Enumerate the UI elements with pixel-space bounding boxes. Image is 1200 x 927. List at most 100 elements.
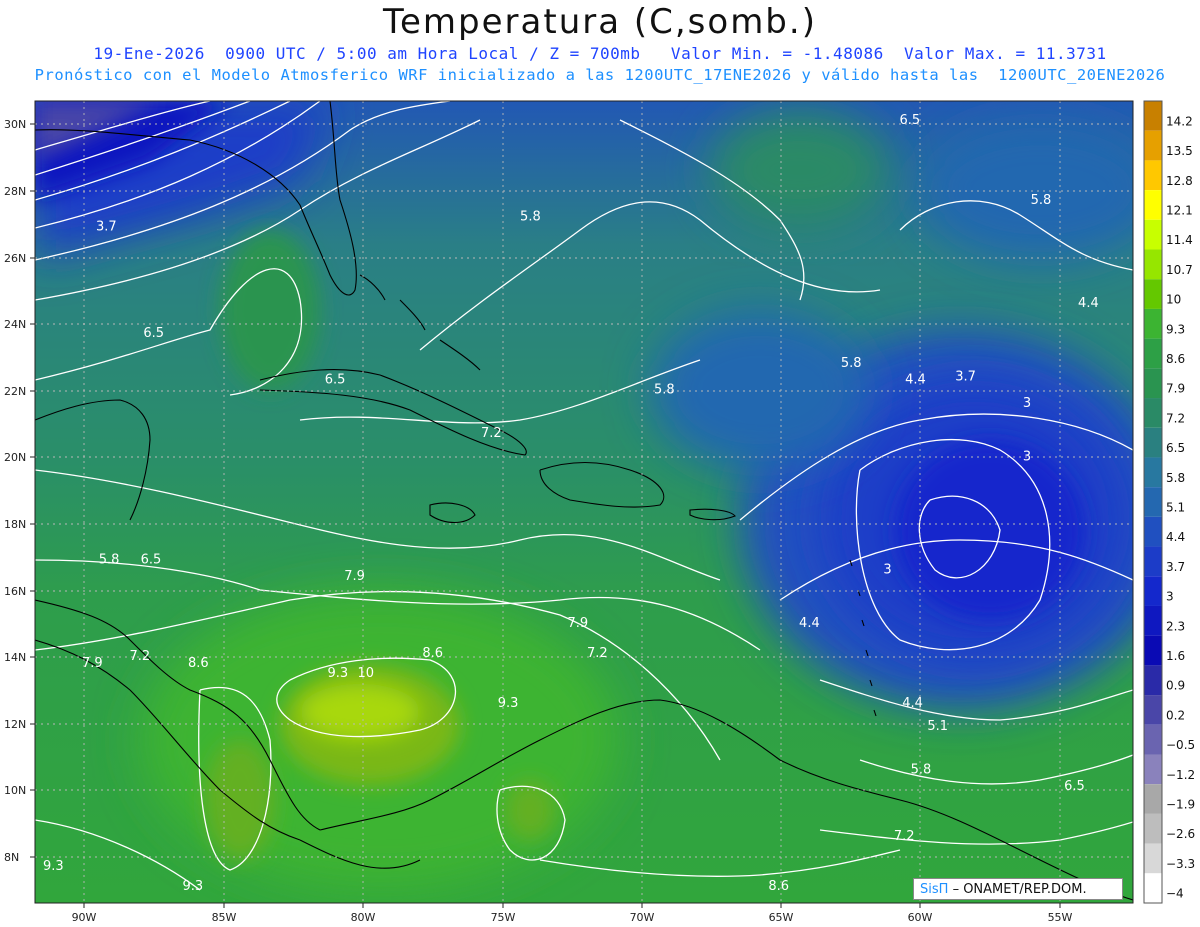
lat-tick-label: 28N <box>4 185 26 198</box>
colorbar-label: 13.5 <box>1166 144 1193 158</box>
contour-label: 10 <box>358 666 375 681</box>
colorbar-swatch <box>1144 457 1162 488</box>
colorbar-swatch <box>1144 190 1162 220</box>
lat-tick-label: 26N <box>4 252 26 265</box>
colorbar-label: 12.1 <box>1166 203 1193 217</box>
colorbar-label: 3.7 <box>1166 560 1185 574</box>
contour-label: 7.9 <box>567 616 588 631</box>
contour-label: 4.4 <box>902 696 923 711</box>
contour-label: 5.8 <box>1031 193 1052 208</box>
colorbar-label: 7.2 <box>1166 411 1185 425</box>
colorbar-label: 5.1 <box>1166 501 1185 515</box>
colorbar-label: 0.9 <box>1166 679 1185 693</box>
colorbar-swatch <box>1144 249 1162 280</box>
latitude-axis: 30N 28N 26N 24N 22N 20N 18N 16N 14N 12N … <box>4 118 26 864</box>
colorbar-swatch <box>1144 576 1162 606</box>
lat-tick-label: 18N <box>4 518 26 531</box>
colorbar-label: 5.8 <box>1166 471 1185 485</box>
colorbar-swatch <box>1144 695 1162 725</box>
colorbar-label: 11.4 <box>1166 233 1193 247</box>
colorbar-swatch <box>1144 843 1162 874</box>
colorbar-swatch <box>1144 546 1162 577</box>
colorbar-swatch <box>1144 754 1162 785</box>
contour-label: 7.2 <box>894 829 915 844</box>
colorbar-label: 2.3 <box>1166 619 1185 633</box>
lat-tick-label: 8N <box>4 851 19 864</box>
contour-label: 9.3 <box>498 696 519 711</box>
colorbar-swatch <box>1144 516 1162 547</box>
colorbar-swatch <box>1144 605 1162 636</box>
colorbar-label: 3 <box>1166 590 1174 604</box>
lat-tick-label: 22N <box>4 385 26 398</box>
lon-tick-label: 60W <box>908 911 933 924</box>
colorbar-label: 10.7 <box>1166 263 1193 277</box>
lon-tick-label: 75W <box>491 911 516 924</box>
lat-tick-label: 16N <box>4 585 26 598</box>
colorbar-label: −3.3 <box>1166 857 1195 871</box>
colorbar-label: −0.5 <box>1166 738 1195 752</box>
contour-label: 4.4 <box>799 616 820 631</box>
colorbar-label: 12.8 <box>1166 174 1193 188</box>
lon-tick-label: 80W <box>351 911 376 924</box>
contour-label: 9.3 <box>43 859 64 874</box>
contour-label: 7.9 <box>344 569 365 584</box>
contour-label: 4.4 <box>905 373 926 388</box>
contour-label: 3 <box>1023 396 1031 411</box>
contour-label: 6.5 <box>141 553 162 568</box>
colorbar-label: 7.9 <box>1166 382 1185 396</box>
colorbar-swatch <box>1144 398 1162 428</box>
contour-label: 8.6 <box>768 879 789 894</box>
lat-tick-label: 10N <box>4 784 26 797</box>
colorbar-label: 1.6 <box>1166 649 1185 663</box>
lat-tick-label: 14N <box>4 651 26 664</box>
colorbar-swatch <box>1144 635 1162 666</box>
colorbar-swatch <box>1144 130 1162 161</box>
contour-label: 3.7 <box>955 369 976 384</box>
contour-label: 6.5 <box>143 326 164 341</box>
contour-label: 6.5 <box>1064 779 1085 794</box>
contour-label: 8.6 <box>188 656 209 671</box>
contour-label: 7.2 <box>587 646 608 661</box>
colorbar-label: 0.2 <box>1166 708 1185 722</box>
lat-tick-label: 24N <box>4 318 26 331</box>
colorbar-label: 8.6 <box>1166 352 1185 366</box>
colorbar-label: −2.6 <box>1166 827 1195 841</box>
colorbar-swatch <box>1144 279 1162 309</box>
contour-label: 4.4 <box>1078 296 1099 311</box>
colorbar-swatch <box>1144 873 1162 903</box>
lon-tick-label: 70W <box>630 911 655 924</box>
colorbar-label: −1.9 <box>1166 798 1195 812</box>
temperature-map: 6.5 5.8 5.8 3.7 4.4 6.5 5.8 6.5 4.4 3.7 5.8 3 7.2 3 5.… <box>4 100 1195 924</box>
colorbar-swatch <box>1144 368 1162 399</box>
contour-label: 5.8 <box>654 383 675 398</box>
contour-label: 5.8 <box>520 210 541 225</box>
contour-label: 5.8 <box>841 356 862 371</box>
colorbar-swatch <box>1144 784 1162 814</box>
colorbar-swatch <box>1144 308 1162 339</box>
lon-tick-label: 65W <box>769 911 794 924</box>
colorbar-swatch <box>1144 665 1162 696</box>
lat-tick-label: 12N <box>4 718 26 731</box>
colorbar-legend: 14.2 13.5 12.8 12.1 11.4 10.7 10 9.3 8.6 7.9 7.2 6.… <box>1143 100 1195 904</box>
colorbar-label: 9.3 <box>1166 322 1185 336</box>
contour-label: 3 <box>1023 449 1031 464</box>
contour-label: 8.6 <box>422 646 443 661</box>
contour-label: 3.7 <box>96 220 117 235</box>
credit-text: – ONAMET/REP.DOM. <box>952 882 1087 897</box>
sispi-logo-text: SisΠ <box>920 882 949 897</box>
contour-label: 5.8 <box>911 762 932 777</box>
lat-tick-label: 30N <box>4 118 26 131</box>
colorbar-swatch <box>1144 487 1162 517</box>
colorbar-swatch <box>1144 219 1162 250</box>
colorbar-label: 10 <box>1166 293 1181 307</box>
credit-box: SisΠ – ONAMET/REP.DOM. <box>913 878 1123 900</box>
contour-label: 3 <box>883 563 891 578</box>
contour-label: 7.2 <box>481 426 502 441</box>
longitude-axis: 90W 85W 80W 75W 70W 65W 60W 55W <box>72 911 1073 924</box>
lon-tick-label: 90W <box>72 911 97 924</box>
contour-label: 9.3 <box>182 879 203 894</box>
colorbar-swatch <box>1144 813 1162 844</box>
colorbar-swatch <box>1144 724 1162 755</box>
colorbar-label: −1.2 <box>1166 768 1195 782</box>
lat-tick-label: 20N <box>4 451 26 464</box>
